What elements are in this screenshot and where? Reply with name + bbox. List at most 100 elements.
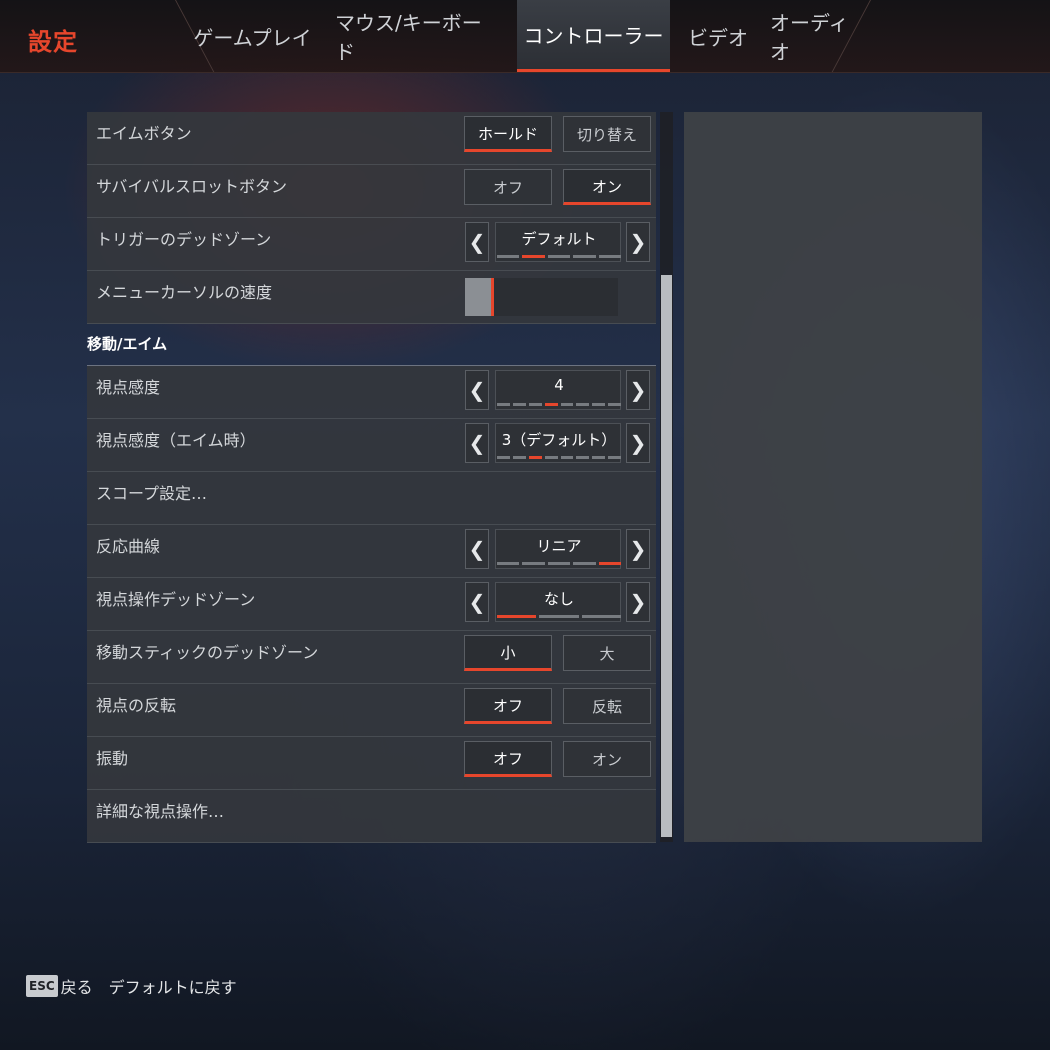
setting-row-advanced-look[interactable]: 詳細な視点操作… bbox=[87, 790, 656, 843]
chevron-left-icon[interactable]: ❮ bbox=[465, 582, 489, 622]
top-nav-bar: 設定 ゲームプレイ マウス/キーボード コントローラー ビデオ オーディオ bbox=[0, 0, 1050, 73]
stepper-segments bbox=[497, 255, 622, 258]
stepper-segment bbox=[592, 456, 606, 459]
setting-row-trigger-deadzone: トリガーのデッドゾーン ❮ デフォルト ❯ bbox=[87, 218, 656, 271]
stepper-segment bbox=[522, 562, 545, 565]
stepper-segment bbox=[576, 456, 590, 459]
setting-label: メニューカーソルの速度 bbox=[96, 283, 273, 302]
setting-label: トリガーのデッドゾーン bbox=[96, 230, 272, 249]
stepper-segment bbox=[497, 456, 510, 459]
stepper-value: デフォルト bbox=[521, 230, 597, 248]
section-header-move-aim: 移動/エイム bbox=[87, 322, 656, 366]
setting-row-response-curve: 反応曲線 ❮ リニア ❯ bbox=[87, 525, 656, 578]
chevron-right-icon[interactable]: ❯ bbox=[626, 423, 650, 463]
stepper-value: 4 bbox=[554, 376, 564, 394]
stepper-value: なし bbox=[543, 590, 574, 608]
look-sensitivity-stepper: 4 bbox=[495, 370, 621, 410]
stepper-segment bbox=[598, 255, 622, 258]
stepper-segment bbox=[497, 615, 537, 618]
setting-row-scope-settings[interactable]: スコープ設定… bbox=[87, 472, 656, 525]
setting-label: 振動 bbox=[96, 749, 129, 768]
stepper-segment bbox=[547, 562, 571, 565]
setting-label: 視点感度 bbox=[96, 378, 161, 397]
tab-audio[interactable]: オーディオ bbox=[770, 0, 860, 72]
stepper-segment bbox=[573, 255, 596, 258]
chevron-left-icon[interactable]: ❮ bbox=[465, 423, 489, 463]
stepper-segment bbox=[528, 403, 542, 406]
stepper-segment bbox=[544, 456, 558, 459]
setting-row-look-sensitivity: 視点感度 ❮ 4 ❯ bbox=[87, 366, 656, 419]
stepper-segments bbox=[497, 562, 622, 565]
stepper-segment bbox=[512, 456, 526, 459]
chevron-right-icon[interactable]: ❯ bbox=[626, 529, 650, 569]
scrollbar[interactable] bbox=[660, 112, 673, 842]
look-sensitivity-ads-stepper: 3（デフォルト） bbox=[495, 423, 621, 463]
slider-fill bbox=[465, 278, 491, 316]
invert-look-off-option[interactable]: オフ bbox=[464, 688, 552, 724]
setting-label: スコープ設定… bbox=[96, 484, 208, 503]
stepper-segment bbox=[581, 615, 621, 618]
menu-cursor-speed-slider[interactable] bbox=[465, 278, 618, 316]
vibration-on-option[interactable]: オン bbox=[563, 741, 651, 777]
tab-mouse-keyboard[interactable]: マウス/キーボード bbox=[335, 0, 500, 72]
setting-row-look-deadzone: 視点操作デッドゾーン ❮ なし ❯ bbox=[87, 578, 656, 631]
stepper-segment bbox=[539, 615, 579, 618]
response-curve-stepper: リニア bbox=[495, 529, 622, 569]
stepper-segment bbox=[528, 456, 542, 459]
stepper-segment bbox=[522, 255, 545, 258]
description-panel bbox=[684, 112, 982, 842]
setting-label: 視点操作デッドゾーン bbox=[96, 590, 256, 609]
scrollbar-thumb[interactable] bbox=[661, 275, 672, 837]
tab-controller[interactable]: コントローラー bbox=[517, 0, 670, 72]
chevron-left-icon[interactable]: ❮ bbox=[465, 529, 489, 569]
stepper-segment bbox=[512, 403, 526, 406]
chevron-left-icon[interactable]: ❮ bbox=[465, 370, 489, 410]
aim-button-hold-option[interactable]: ホールド bbox=[464, 116, 552, 152]
setting-row-menu-cursor-speed: メニューカーソルの速度 bbox=[87, 271, 656, 324]
tab-gameplay[interactable]: ゲームプレイ bbox=[190, 0, 315, 72]
chevron-right-icon[interactable]: ❯ bbox=[626, 582, 650, 622]
chevron-right-icon[interactable]: ❯ bbox=[626, 370, 650, 410]
stepper-segments bbox=[497, 615, 621, 618]
stepper-segment bbox=[497, 562, 520, 565]
stepper-value: 3（デフォルト） bbox=[501, 431, 617, 449]
invert-look-invert-option[interactable]: 反転 bbox=[563, 688, 651, 724]
stepper-segment bbox=[544, 403, 558, 406]
setting-row-vibration: 振動 オフ オン bbox=[87, 737, 656, 790]
survival-slot-on-option[interactable]: オン bbox=[563, 169, 651, 205]
trigger-deadzone-stepper: デフォルト bbox=[495, 222, 622, 262]
stepper-segment bbox=[576, 403, 590, 406]
stepper-segment bbox=[560, 403, 574, 406]
back-button[interactable]: 戻る bbox=[61, 974, 93, 998]
esc-key-icon: ESC bbox=[26, 975, 58, 997]
stepper-segment bbox=[598, 562, 622, 565]
nav-divider-right bbox=[831, 0, 1050, 72]
setting-label: 移動スティックのデッドゾーン bbox=[96, 643, 319, 662]
stepper-segment bbox=[608, 456, 621, 459]
vibration-off-option[interactable]: オフ bbox=[464, 741, 552, 777]
chevron-left-icon[interactable]: ❮ bbox=[465, 222, 489, 262]
chevron-right-icon[interactable]: ❯ bbox=[626, 222, 650, 262]
slider-handle[interactable] bbox=[491, 278, 494, 316]
move-stick-deadzone-small-option[interactable]: 小 bbox=[464, 635, 552, 671]
setting-label: 視点感度（エイム時） bbox=[96, 431, 256, 450]
stepper-segments bbox=[497, 403, 621, 406]
stepper-segment bbox=[560, 456, 574, 459]
setting-row-aim-button: エイムボタン ホールド 切り替え bbox=[87, 112, 656, 165]
tab-video[interactable]: ビデオ bbox=[685, 0, 751, 72]
reset-defaults-button[interactable]: デフォルトに戻す bbox=[109, 974, 237, 998]
move-stick-deadzone-large-option[interactable]: 大 bbox=[563, 635, 651, 671]
stepper-value: リニア bbox=[536, 537, 582, 555]
setting-row-look-sensitivity-ads: 視点感度（エイム時） ❮ 3（デフォルト） ❯ bbox=[87, 419, 656, 472]
footer-hints: ESC 戻る デフォルトに戻す bbox=[26, 974, 237, 998]
look-deadzone-stepper: なし bbox=[495, 582, 621, 622]
setting-row-move-stick-deadzone: 移動スティックのデッドゾーン 小 大 bbox=[87, 631, 656, 684]
aim-button-toggle-option[interactable]: 切り替え bbox=[563, 116, 651, 152]
stepper-segment bbox=[497, 255, 520, 258]
survival-slot-off-option[interactable]: オフ bbox=[464, 169, 552, 205]
setting-label: 視点の反転 bbox=[96, 696, 177, 715]
setting-row-invert-look: 視点の反転 オフ 反転 bbox=[87, 684, 656, 737]
setting-row-survival-slot: サバイバルスロットボタン オフ オン bbox=[87, 165, 656, 218]
setting-label: サバイバルスロットボタン bbox=[96, 177, 288, 196]
page-title: 設定 bbox=[28, 28, 78, 56]
